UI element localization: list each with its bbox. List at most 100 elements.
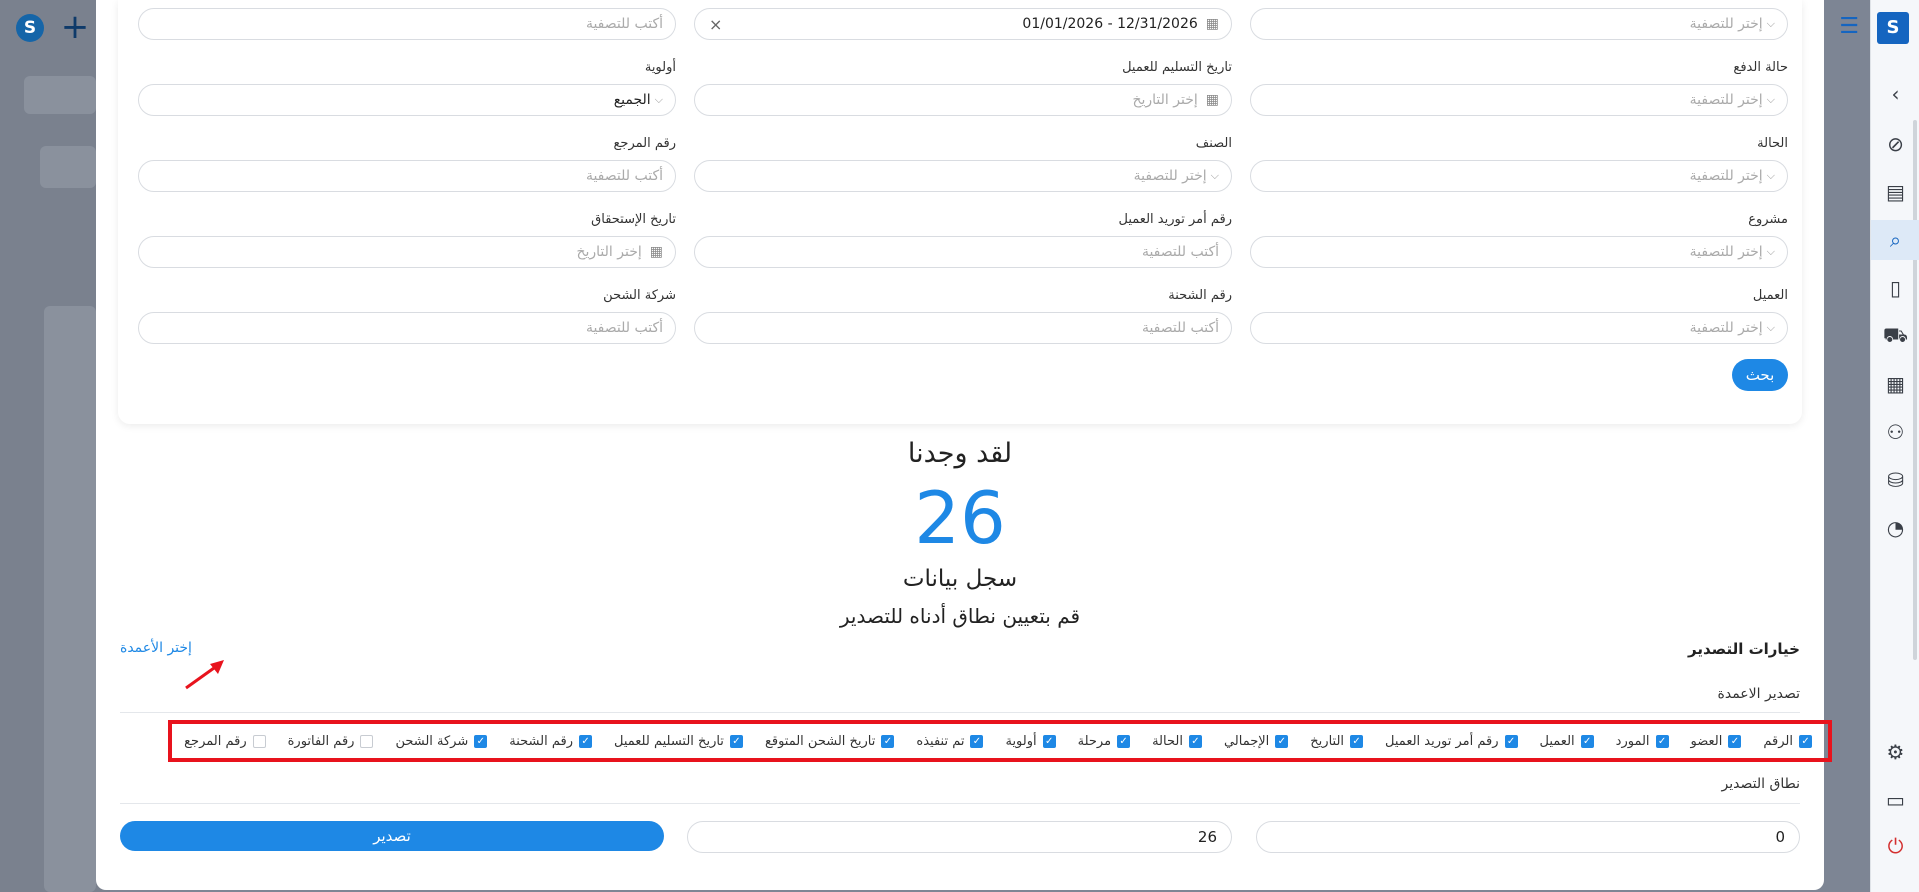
text-filter-input[interactable]: أكتب للتصفية (138, 8, 676, 40)
checkbox-checked-icon[interactable]: ✓ (1275, 734, 1289, 748)
results-title: لقد وجدنا (907, 438, 1013, 469)
column-checkbox-label: تم تنفيذه (916, 733, 965, 749)
checkbox-unchecked-icon[interactable] (360, 734, 374, 748)
checkbox-checked-icon[interactable]: ✓ (1580, 734, 1594, 748)
filter-placeholder: أكتب للتصفية (585, 16, 663, 32)
add-icon[interactable]: + (58, 10, 92, 44)
export-button[interactable]: تصدير (120, 821, 664, 851)
right-sidebar: S ‹ ⊘ ▤ ⌕ ▯ ⛟ ▦ ⚇ ⛁ ◔ ⚙ ▭ ⏻ (1870, 0, 1919, 892)
checkbox-checked-icon[interactable]: ✓ (1504, 734, 1518, 748)
filter-label-customer: العميل (1752, 288, 1788, 303)
window-icon[interactable]: ▭ (1871, 780, 1919, 820)
filter-label-delivery-date: تاريخ التسليم للعميل (1122, 60, 1232, 75)
export-range-label: نطاق التصدير (1721, 776, 1800, 792)
checkbox-checked-icon[interactable]: ✓ (1655, 734, 1669, 748)
column-checkbox-item[interactable]: رقم الفاتورة (288, 734, 374, 749)
invoice-icon[interactable]: ▯ (1871, 268, 1919, 308)
export-columns-label: تصدير الاعمدة (1717, 686, 1800, 702)
chevron-down-icon: ⌵ (1766, 17, 1775, 30)
filter-label-shipment: رقم الشحنة (1168, 288, 1232, 303)
settings-icon[interactable]: ⚙ (1871, 732, 1919, 772)
range-from-input[interactable]: 0 (1256, 821, 1800, 853)
reference-input[interactable]: أكتب للتصفية (138, 160, 676, 192)
delivery-icon[interactable]: ⛟ (1871, 316, 1919, 356)
column-checkbox-item[interactable]: رقم المرجع (184, 734, 266, 749)
delivery-date-input[interactable]: ▦ إختر التاريخ (694, 84, 1232, 116)
calendar-icon: ▦ (1205, 16, 1219, 32)
project-select[interactable]: ⌵ إختر للتصفية (1250, 236, 1788, 268)
chevron-left-icon[interactable]: ‹ (1871, 74, 1919, 114)
filter-label-priority: أولوية (644, 60, 676, 75)
filter-select[interactable]: ⌵ إختر للتصفية (1250, 8, 1788, 40)
column-checkbox-label: العميل (1539, 733, 1575, 749)
filter-label-item: الصنف (1195, 136, 1232, 151)
results-count: 26 (914, 476, 1006, 560)
due-date-input[interactable]: ▦ إختر التاريخ (138, 236, 676, 268)
filter-placeholder: أكتب للتصفية (1141, 320, 1219, 336)
column-checkbox-item[interactable]: ✓ مرحلة (1078, 734, 1131, 749)
column-checkbox-label: شركة الشحن (395, 733, 469, 749)
chevron-down-icon: ⌵ (1766, 93, 1775, 106)
checkbox-checked-icon[interactable]: ✓ (1728, 734, 1742, 748)
menu-icon[interactable]: ☰ (1839, 14, 1859, 39)
status-select[interactable]: ⌵ إختر للتصفية (1250, 160, 1788, 192)
column-checkbox-item[interactable]: ✓ رقم أمر توريد العميل (1385, 734, 1518, 749)
report-chart-icon[interactable]: ◔ (1871, 508, 1919, 548)
checkbox-checked-icon[interactable]: ✓ (1799, 734, 1812, 748)
choose-columns-link[interactable]: إختر الأعمدة (120, 640, 192, 656)
column-checkbox-item[interactable]: ✓ شركة الشحن (395, 733, 488, 749)
users-icon[interactable]: ⚇ (1871, 412, 1919, 452)
checkbox-checked-icon[interactable]: ✓ (579, 734, 592, 748)
column-checkbox-item[interactable]: ✓ الحالة (1152, 734, 1202, 749)
clear-icon[interactable]: × (709, 15, 722, 34)
customer-select[interactable]: ⌵ إختر للتصفية (1250, 312, 1788, 344)
stock-icon[interactable]: ⛁ (1871, 460, 1919, 500)
column-checkbox-item[interactable]: ✓ التاريخ (1310, 734, 1364, 749)
filter-placeholder: أكتب للتصفية (1141, 244, 1219, 260)
column-checkbox-item[interactable]: ✓ تاريخ التسليم للعميل (614, 734, 743, 749)
checkbox-checked-icon[interactable]: ✓ (1188, 734, 1202, 748)
checkbox-unchecked-icon[interactable] (252, 734, 266, 748)
checkbox-checked-icon[interactable]: ✓ (1117, 734, 1131, 748)
store-icon[interactable]: ▤ (1871, 172, 1919, 212)
calendar-icon: ▦ (1205, 92, 1219, 108)
checkbox-checked-icon[interactable]: ✓ (474, 734, 488, 748)
shipping-company-input[interactable]: أكتب للتصفية (138, 312, 676, 344)
filter-placeholder: إختر للتصفية (1689, 16, 1763, 32)
checkbox-checked-icon[interactable]: ✓ (729, 734, 743, 748)
customer-po-input[interactable]: أكتب للتصفية (694, 236, 1232, 268)
priority-select[interactable]: ⌵ الجميع (138, 84, 676, 116)
filter-label-status: الحالة (1757, 136, 1788, 151)
column-checkbox-item[interactable]: ✓ تم تنفيذه (916, 733, 984, 749)
checkbox-checked-icon[interactable]: ✓ (1042, 734, 1056, 748)
checkbox-checked-icon[interactable]: ✓ (1350, 734, 1364, 748)
background-panel (44, 306, 96, 892)
column-checkbox-item[interactable]: ✓ تاريخ الشحن المتوقع (765, 734, 895, 749)
column-checkbox-item[interactable]: ✓ المورد (1616, 734, 1669, 749)
column-checkbox-item[interactable]: ✓ الرقم (1763, 734, 1812, 749)
item-select[interactable]: ⌵ إختر للتصفية (694, 160, 1232, 192)
column-checkbox-item[interactable]: ✓ العميل (1540, 734, 1594, 749)
boxes-icon[interactable]: ▦ (1871, 364, 1919, 404)
checkbox-checked-icon[interactable]: ✓ (970, 734, 984, 748)
column-checkbox-label: رقم الفاتورة (287, 733, 355, 749)
checkbox-checked-icon[interactable]: ✓ (881, 734, 895, 748)
filter-label-shipping-company: شركة الشحن (603, 288, 676, 303)
filter-label-customer-po: رقم أمر توريد العميل (1118, 212, 1232, 227)
column-checkbox-item[interactable]: ✓ رقم الشحنة (509, 734, 592, 749)
brand-logo-icon[interactable]: S (1877, 12, 1909, 44)
column-checkbox-item[interactable]: ✓ العضو (1691, 734, 1742, 749)
column-checkbox-item[interactable]: ✓ الإجمالي (1224, 734, 1289, 749)
date-range-input[interactable]: ▦ 01/01/2026 - 12/31/2026 × (694, 8, 1232, 40)
payment-status-select[interactable]: ⌵ إختر للتصفية (1250, 84, 1788, 116)
compass-icon[interactable]: ⊘ (1871, 124, 1919, 164)
range-to-input[interactable]: 26 (687, 821, 1232, 853)
shipment-input[interactable]: أكتب للتصفية (694, 312, 1232, 344)
column-checkbox-item[interactable]: ✓ أولوية (1005, 734, 1056, 749)
power-icon[interactable]: ⏻ (1871, 826, 1919, 866)
search-button[interactable]: بحث (1732, 359, 1788, 391)
results-hint: قم بتعيين نطاق أدناه للتصدير (839, 604, 1081, 628)
search-document-icon[interactable]: ⌕ (1871, 220, 1919, 260)
background-panel (24, 76, 96, 114)
column-checkbox-label: تاريخ التسليم للعميل (614, 733, 724, 749)
